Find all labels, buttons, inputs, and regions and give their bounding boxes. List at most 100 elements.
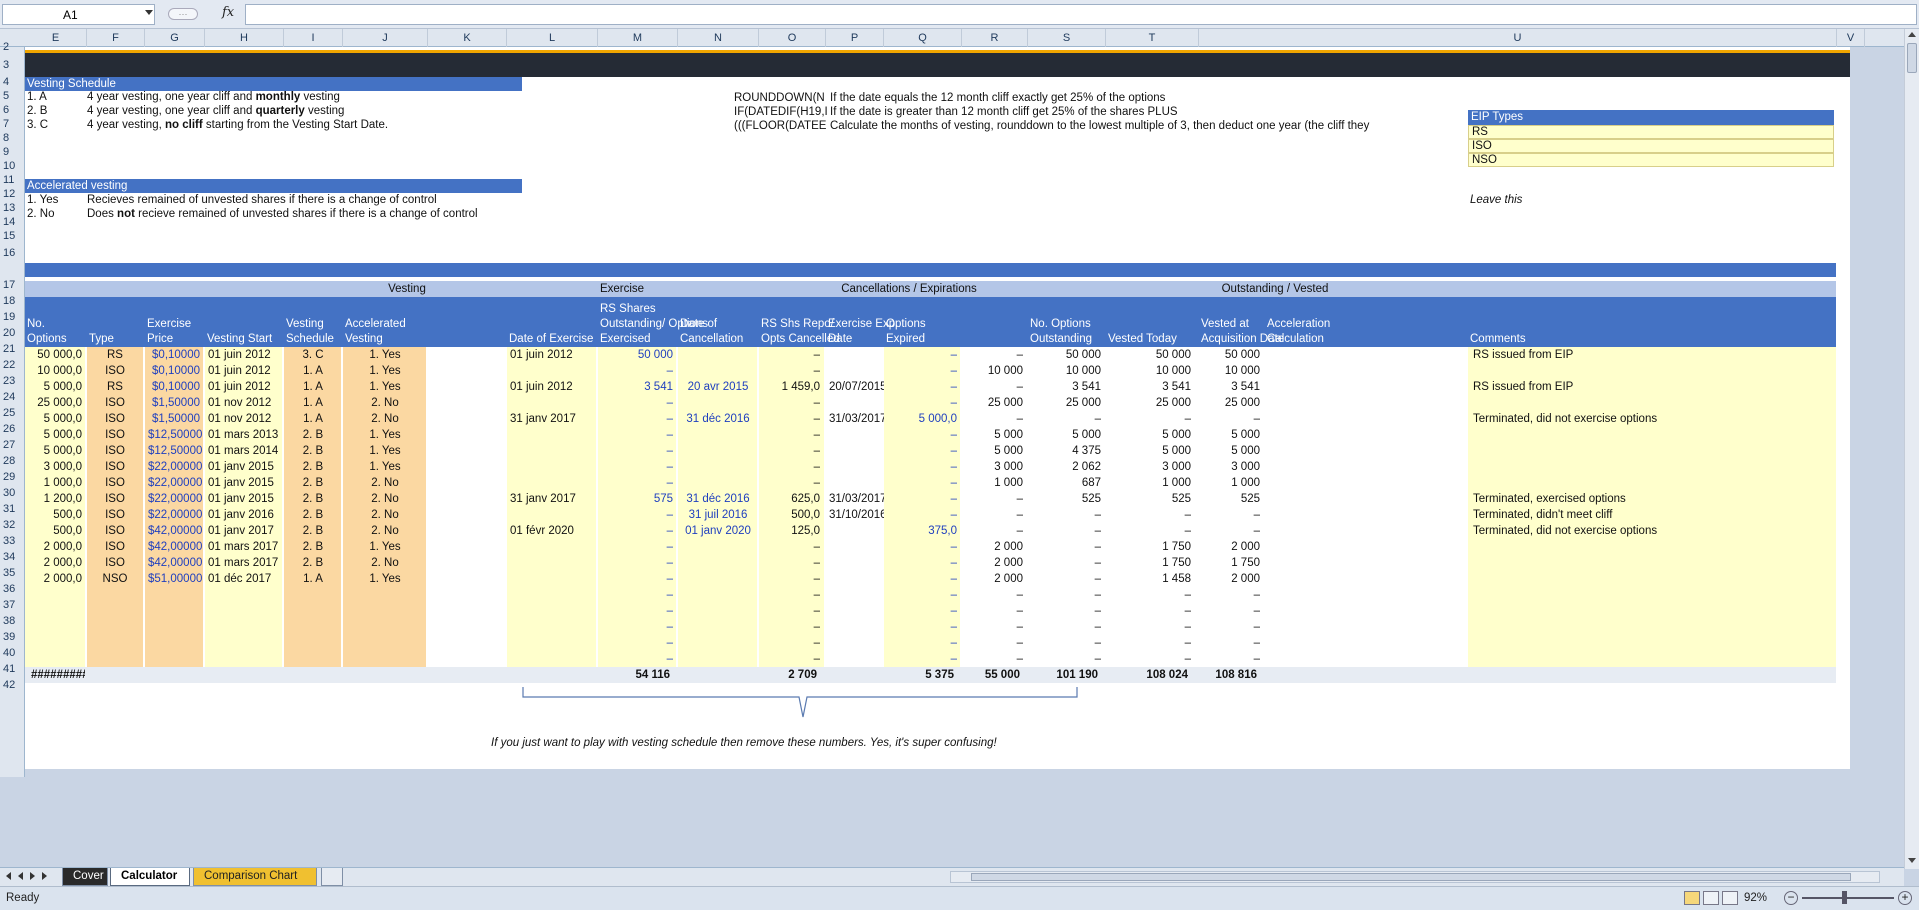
row-header-33[interactable]: 33 — [0, 533, 24, 549]
cell-l[interactable]: – — [598, 459, 676, 475]
row-header-35[interactable]: 35 — [0, 565, 24, 581]
cell-r[interactable]: – — [1028, 411, 1104, 427]
cell-o[interactable] — [826, 539, 884, 555]
cell-j[interactable]: 1. Yes — [343, 347, 427, 363]
cell-q[interactable]: 5 000 — [962, 443, 1026, 459]
cell-o[interactable]: 31/03/2017 — [826, 411, 884, 427]
cell-n[interactable]: – — [759, 603, 823, 619]
cell-i[interactable]: 2. B — [284, 523, 342, 539]
row-header-25[interactable]: 25 — [0, 405, 24, 421]
cell-r[interactable]: 4 375 — [1028, 443, 1104, 459]
cell-q[interactable]: 2 000 — [962, 539, 1026, 555]
cell-f[interactable]: ISO — [87, 555, 143, 571]
cell-g[interactable] — [145, 603, 203, 619]
cell-m[interactable] — [678, 539, 758, 555]
cell-j[interactable]: 1. Yes — [343, 571, 427, 587]
column-header-T[interactable]: T — [1106, 29, 1199, 47]
cell-g[interactable]: $0,10000 — [145, 379, 203, 395]
cell-g[interactable] — [145, 619, 203, 635]
cell-i[interactable]: 3. C — [284, 347, 342, 363]
cell-l[interactable]: 50 000 — [598, 347, 676, 363]
cell-g[interactable]: $12,50000 — [145, 427, 203, 443]
cell-f[interactable]: NSO — [87, 571, 143, 587]
row-header-17[interactable]: 17 — [0, 277, 24, 293]
cell-f[interactable]: ISO — [87, 539, 143, 555]
cell-h[interactable] — [205, 603, 283, 619]
cell-k[interactable] — [507, 555, 595, 571]
cell-p[interactable]: – — [884, 571, 960, 587]
cell-e[interactable]: 5 000,0 — [25, 379, 85, 395]
cell-o[interactable] — [826, 635, 884, 651]
cell-m[interactable] — [678, 427, 758, 443]
cell-r[interactable]: – — [1028, 539, 1104, 555]
cell-r[interactable]: – — [1028, 587, 1104, 603]
cell-p[interactable]: – — [884, 427, 960, 443]
cell-h[interactable]: 01 juin 2012 — [205, 363, 283, 379]
cell-u[interactable]: RS issued from EIP — [1470, 347, 1830, 363]
cell-q[interactable]: 5 000 — [962, 427, 1026, 443]
cell-q[interactable]: – — [962, 347, 1026, 363]
cell-h[interactable]: 01 mars 2014 — [205, 443, 283, 459]
cell-t[interactable]: – — [1199, 411, 1263, 427]
cell-p[interactable]: – — [884, 395, 960, 411]
cell-i[interactable] — [284, 603, 342, 619]
cell-r[interactable]: – — [1028, 635, 1104, 651]
cell-q[interactable]: – — [962, 491, 1026, 507]
cell-o[interactable] — [826, 587, 884, 603]
cell-o[interactable] — [826, 459, 884, 475]
cell-i[interactable] — [284, 587, 342, 603]
cell-k[interactable] — [507, 571, 595, 587]
cell-s[interactable]: 3 000 — [1106, 459, 1194, 475]
cell-m[interactable] — [678, 619, 758, 635]
cell-p[interactable]: – — [884, 379, 960, 395]
column-header-F[interactable]: F — [87, 29, 145, 47]
cell-s[interactable]: 25 000 — [1106, 395, 1194, 411]
cell-u[interactable] — [1470, 555, 1830, 571]
row-header-16[interactable]: 16 — [0, 245, 24, 261]
cell-f[interactable] — [87, 651, 143, 667]
cell-o[interactable] — [826, 523, 884, 539]
cell-q[interactable]: – — [962, 619, 1026, 635]
cell-u[interactable]: Terminated, didn't meet cliff — [1470, 507, 1830, 523]
row-header-36[interactable]: 36 — [0, 581, 24, 597]
cell-u[interactable] — [1470, 651, 1830, 667]
cell-e[interactable]: 50 000,0 — [25, 347, 85, 363]
cell-n[interactable]: 500,0 — [759, 507, 823, 523]
cell-n[interactable]: – — [759, 555, 823, 571]
name-box-dropdown-icon[interactable] — [145, 10, 153, 15]
cell-n[interactable]: – — [759, 443, 823, 459]
row-header-28[interactable]: 28 — [0, 453, 24, 469]
cell-j[interactable]: 1. Yes — [343, 427, 427, 443]
cell-t[interactable]: 525 — [1199, 491, 1263, 507]
cell-e[interactable]: 10 000,0 — [25, 363, 85, 379]
cell-e[interactable]: 1 000,0 — [25, 475, 85, 491]
cell-g[interactable]: $1,50000 — [145, 411, 203, 427]
cell-f[interactable]: ISO — [87, 363, 143, 379]
cell-o[interactable] — [826, 555, 884, 571]
cell-u[interactable]: Terminated, did not exercise options — [1470, 523, 1830, 539]
cell-m[interactable] — [678, 363, 758, 379]
cell-j[interactable]: 2. No — [343, 475, 427, 491]
scroll-down-icon[interactable] — [1908, 858, 1916, 863]
cell-o[interactable] — [826, 427, 884, 443]
tab-cover[interactable]: Cover — [62, 868, 108, 886]
cell-s[interactable]: 1 458 — [1106, 571, 1194, 587]
cell-k[interactable] — [507, 363, 595, 379]
cell-q[interactable]: 1 000 — [962, 475, 1026, 491]
cell-k[interactable]: 01 juin 2012 — [507, 347, 595, 363]
cell-o[interactable]: 31/10/2016 — [826, 507, 884, 523]
cell-f[interactable]: ISO — [87, 411, 143, 427]
cell-s[interactable]: 5 000 — [1106, 427, 1194, 443]
cell-s[interactable]: 50 000 — [1106, 347, 1194, 363]
worksheet-grid[interactable]: Vesting Schedule 1. A 4 year vesting, one… — [25, 47, 1850, 769]
cell-u[interactable] — [1470, 427, 1830, 443]
page-layout-view-icon[interactable] — [1703, 891, 1719, 905]
cell-i[interactable]: 1. A — [284, 411, 342, 427]
column-header-U[interactable]: U — [1199, 29, 1837, 47]
cell-n[interactable]: – — [759, 475, 823, 491]
cell-p[interactable]: – — [884, 635, 960, 651]
cell-i[interactable]: 2. B — [284, 555, 342, 571]
cell-n[interactable]: 125,0 — [759, 523, 823, 539]
vertical-scrollbar[interactable] — [1904, 29, 1919, 869]
cell-t[interactable]: 2 000 — [1199, 571, 1263, 587]
